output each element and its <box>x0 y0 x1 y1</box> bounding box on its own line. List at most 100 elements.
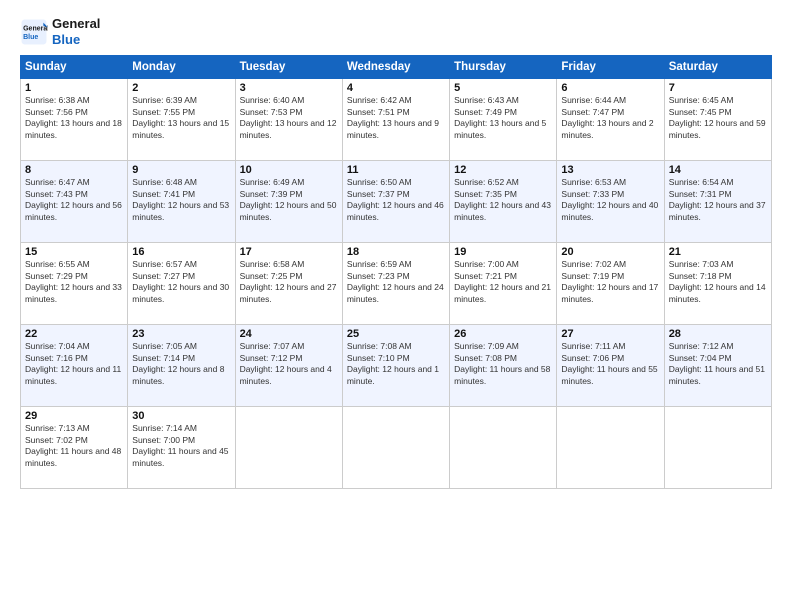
day-number: 17 <box>240 246 338 258</box>
cell-sunrise: Sunrise: 6:55 AM <box>25 259 123 270</box>
cell-sunrise: Sunrise: 6:47 AM <box>25 177 123 188</box>
cell-daylight: Daylight: 12 hours and 27 minutes. <box>240 282 338 305</box>
cell-sunrise: Sunrise: 7:13 AM <box>25 423 123 434</box>
cell-sunset: Sunset: 7:04 PM <box>669 353 767 364</box>
day-number: 14 <box>669 164 767 176</box>
cell-daylight: Daylight: 12 hours and 24 minutes. <box>347 282 445 305</box>
cell-daylight: Daylight: 12 hours and 21 minutes. <box>454 282 552 305</box>
calendar-cell <box>557 407 664 489</box>
cell-sunrise: Sunrise: 6:57 AM <box>132 259 230 270</box>
day-number: 5 <box>454 82 552 94</box>
cell-daylight: Daylight: 12 hours and 53 minutes. <box>132 200 230 223</box>
cell-daylight: Daylight: 11 hours and 51 minutes. <box>669 364 767 387</box>
day-number: 16 <box>132 246 230 258</box>
logo-general: General <box>52 16 100 32</box>
cell-sunrise: Sunrise: 7:03 AM <box>669 259 767 270</box>
cell-sunset: Sunset: 7:18 PM <box>669 271 767 282</box>
calendar-cell: 20Sunrise: 7:02 AMSunset: 7:19 PMDayligh… <box>557 243 664 325</box>
cell-sunrise: Sunrise: 6:58 AM <box>240 259 338 270</box>
day-number: 11 <box>347 164 445 176</box>
cell-daylight: Daylight: 12 hours and 8 minutes. <box>132 364 230 387</box>
cell-sunset: Sunset: 7:51 PM <box>347 107 445 118</box>
day-number: 6 <box>561 82 659 94</box>
day-number: 23 <box>132 328 230 340</box>
cell-sunset: Sunset: 7:35 PM <box>454 189 552 200</box>
cell-daylight: Daylight: 11 hours and 45 minutes. <box>132 446 230 469</box>
calendar-cell <box>450 407 557 489</box>
cell-sunset: Sunset: 7:53 PM <box>240 107 338 118</box>
cell-daylight: Daylight: 11 hours and 48 minutes. <box>25 446 123 469</box>
cell-sunrise: Sunrise: 6:48 AM <box>132 177 230 188</box>
day-number: 25 <box>347 328 445 340</box>
cell-sunset: Sunset: 7:06 PM <box>561 353 659 364</box>
cell-daylight: Daylight: 13 hours and 15 minutes. <box>132 118 230 141</box>
day-number: 3 <box>240 82 338 94</box>
day-number: 29 <box>25 410 123 422</box>
day-number: 12 <box>454 164 552 176</box>
cell-sunrise: Sunrise: 6:38 AM <box>25 95 123 106</box>
cell-daylight: Daylight: 12 hours and 46 minutes. <box>347 200 445 223</box>
cell-sunset: Sunset: 7:21 PM <box>454 271 552 282</box>
cell-sunset: Sunset: 7:47 PM <box>561 107 659 118</box>
cell-daylight: Daylight: 12 hours and 37 minutes. <box>669 200 767 223</box>
header-friday: Friday <box>557 56 664 79</box>
calendar-cell: 6Sunrise: 6:44 AMSunset: 7:47 PMDaylight… <box>557 79 664 161</box>
cell-sunrise: Sunrise: 6:52 AM <box>454 177 552 188</box>
cell-sunrise: Sunrise: 6:44 AM <box>561 95 659 106</box>
header-wednesday: Wednesday <box>342 56 449 79</box>
cell-daylight: Daylight: 12 hours and 59 minutes. <box>669 118 767 141</box>
cell-sunrise: Sunrise: 7:11 AM <box>561 341 659 352</box>
calendar-cell: 26Sunrise: 7:09 AMSunset: 7:08 PMDayligh… <box>450 325 557 407</box>
cell-daylight: Daylight: 12 hours and 40 minutes. <box>561 200 659 223</box>
calendar-cell: 22Sunrise: 7:04 AMSunset: 7:16 PMDayligh… <box>21 325 128 407</box>
logo: General Blue General Blue <box>20 16 100 47</box>
cell-sunrise: Sunrise: 6:43 AM <box>454 95 552 106</box>
week-row-2: 8Sunrise: 6:47 AMSunset: 7:43 PMDaylight… <box>21 161 772 243</box>
day-number: 21 <box>669 246 767 258</box>
week-row-1: 1Sunrise: 6:38 AMSunset: 7:56 PMDaylight… <box>21 79 772 161</box>
calendar-cell: 15Sunrise: 6:55 AMSunset: 7:29 PMDayligh… <box>21 243 128 325</box>
header-sunday: Sunday <box>21 56 128 79</box>
cell-sunrise: Sunrise: 7:05 AM <box>132 341 230 352</box>
cell-sunset: Sunset: 7:43 PM <box>25 189 123 200</box>
cell-daylight: Daylight: 13 hours and 2 minutes. <box>561 118 659 141</box>
calendar-cell: 29Sunrise: 7:13 AMSunset: 7:02 PMDayligh… <box>21 407 128 489</box>
cell-sunset: Sunset: 7:12 PM <box>240 353 338 364</box>
cell-daylight: Daylight: 12 hours and 33 minutes. <box>25 282 123 305</box>
cell-sunset: Sunset: 7:31 PM <box>669 189 767 200</box>
day-number: 15 <box>25 246 123 258</box>
calendar-cell: 17Sunrise: 6:58 AMSunset: 7:25 PMDayligh… <box>235 243 342 325</box>
cell-sunset: Sunset: 7:23 PM <box>347 271 445 282</box>
cell-sunrise: Sunrise: 6:50 AM <box>347 177 445 188</box>
cell-sunrise: Sunrise: 6:39 AM <box>132 95 230 106</box>
cell-sunrise: Sunrise: 7:07 AM <box>240 341 338 352</box>
week-row-5: 29Sunrise: 7:13 AMSunset: 7:02 PMDayligh… <box>21 407 772 489</box>
cell-sunset: Sunset: 7:55 PM <box>132 107 230 118</box>
svg-text:Blue: Blue <box>23 34 38 41</box>
calendar-cell: 8Sunrise: 6:47 AMSunset: 7:43 PMDaylight… <box>21 161 128 243</box>
cell-daylight: Daylight: 12 hours and 14 minutes. <box>669 282 767 305</box>
cell-daylight: Daylight: 12 hours and 30 minutes. <box>132 282 230 305</box>
calendar-cell: 25Sunrise: 7:08 AMSunset: 7:10 PMDayligh… <box>342 325 449 407</box>
calendar-header: SundayMondayTuesdayWednesdayThursdayFrid… <box>21 56 772 79</box>
day-number: 28 <box>669 328 767 340</box>
calendar-cell: 14Sunrise: 6:54 AMSunset: 7:31 PMDayligh… <box>664 161 771 243</box>
cell-sunset: Sunset: 7:14 PM <box>132 353 230 364</box>
cell-daylight: Daylight: 12 hours and 11 minutes. <box>25 364 123 387</box>
calendar-cell: 30Sunrise: 7:14 AMSunset: 7:00 PMDayligh… <box>128 407 235 489</box>
calendar-cell: 7Sunrise: 6:45 AMSunset: 7:45 PMDaylight… <box>664 79 771 161</box>
calendar-body: 1Sunrise: 6:38 AMSunset: 7:56 PMDaylight… <box>21 79 772 489</box>
cell-sunset: Sunset: 7:16 PM <box>25 353 123 364</box>
cell-sunrise: Sunrise: 6:53 AM <box>561 177 659 188</box>
cell-sunrise: Sunrise: 6:49 AM <box>240 177 338 188</box>
calendar-cell: 24Sunrise: 7:07 AMSunset: 7:12 PMDayligh… <box>235 325 342 407</box>
day-number: 18 <box>347 246 445 258</box>
cell-sunset: Sunset: 7:02 PM <box>25 435 123 446</box>
cell-sunrise: Sunrise: 6:59 AM <box>347 259 445 270</box>
cell-sunrise: Sunrise: 7:02 AM <box>561 259 659 270</box>
cell-sunrise: Sunrise: 6:45 AM <box>669 95 767 106</box>
cell-sunset: Sunset: 7:29 PM <box>25 271 123 282</box>
calendar-cell: 21Sunrise: 7:03 AMSunset: 7:18 PMDayligh… <box>664 243 771 325</box>
header-tuesday: Tuesday <box>235 56 342 79</box>
calendar-cell: 12Sunrise: 6:52 AMSunset: 7:35 PMDayligh… <box>450 161 557 243</box>
